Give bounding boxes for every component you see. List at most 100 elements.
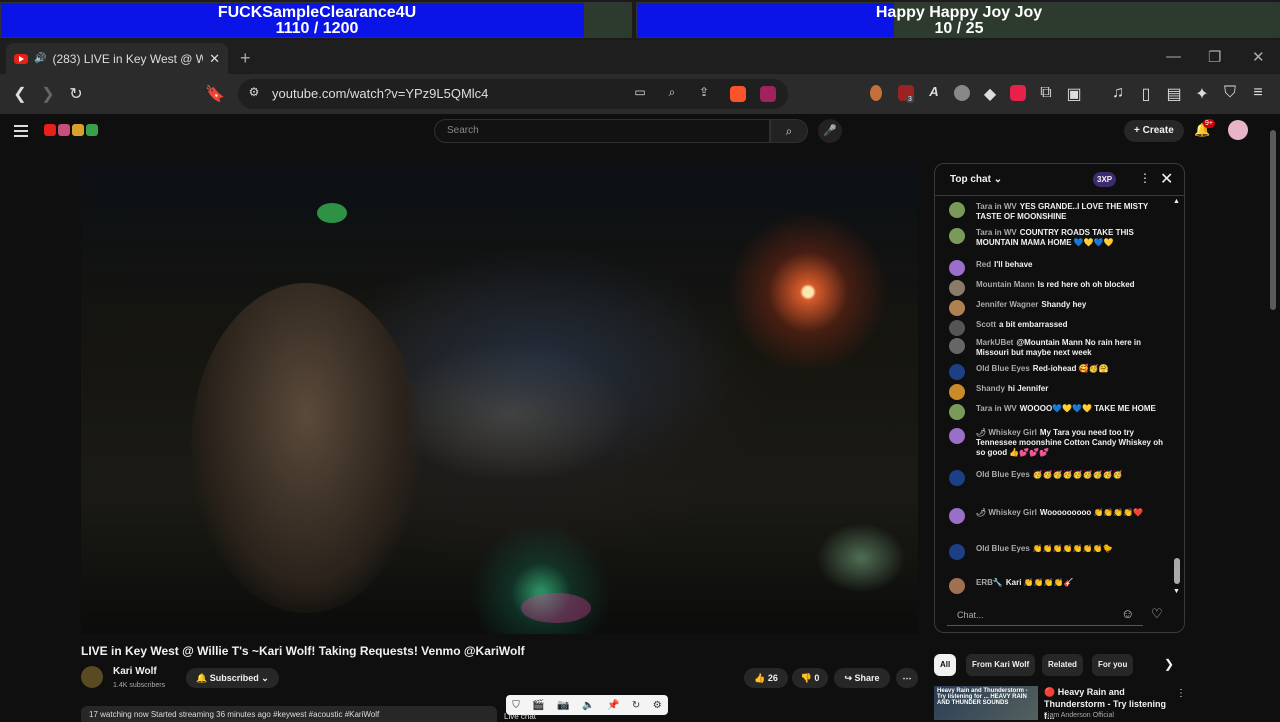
menu-icon[interactable]: ≡: [1248, 84, 1268, 102]
chat-author[interactable]: Jennifer Wagner: [976, 300, 1038, 309]
chat-message[interactable]: Jennifer Wagner Shandy hey: [949, 300, 1171, 316]
search-input[interactable]: Search: [434, 119, 770, 143]
extension-5-icon[interactable]: ◆: [980, 84, 1000, 104]
chat-author[interactable]: Tara in WV: [976, 228, 1017, 237]
close-window-icon[interactable]: ✕: [1252, 48, 1265, 66]
brave-rewards-icon[interactable]: [760, 86, 776, 102]
leo-icon[interactable]: ✦: [1192, 84, 1212, 104]
film-icon[interactable]: 🎬: [532, 700, 544, 711]
vpn-icon[interactable]: ⛉: [1220, 84, 1240, 102]
settings-icon[interactable]: ⚙: [653, 700, 662, 711]
top-chat-dropdown[interactable]: Top chat ⌄: [950, 174, 1002, 185]
chat-author[interactable]: Shandy: [976, 384, 1005, 393]
chat-author-avatar[interactable]: [949, 260, 965, 276]
chat-author[interactable]: 🌶 Whiskey Girl: [976, 428, 1037, 437]
speaker-icon[interactable]: 🔊: [34, 53, 46, 64]
close-chat-icon[interactable]: ✕: [1160, 169, 1173, 189]
chat-author[interactable]: Mountain Mann: [976, 280, 1035, 289]
shield-icon[interactable]: ⛉: [512, 700, 520, 711]
create-button[interactable]: + Create: [1124, 120, 1184, 142]
chat-author[interactable]: ERB🔧: [976, 578, 1003, 587]
sidebar-icon[interactable]: ▯: [1136, 84, 1156, 104]
dislike-button[interactable]: 👎 0: [792, 668, 828, 688]
adblock-icon[interactable]: [1010, 85, 1026, 101]
chat-message[interactable]: Old Blue Eyes 🥳🥳🥳🥳🥳🥳🥳🥳🥳: [949, 470, 1171, 486]
chevron-right-icon[interactable]: ❯: [1164, 657, 1174, 671]
subscribed-button[interactable]: 🔔 Subscribed ⌄: [186, 668, 279, 688]
extension-1-icon[interactable]: [870, 85, 882, 101]
brave-shield-icon[interactable]: [730, 86, 746, 102]
minimize-icon[interactable]: —: [1166, 48, 1181, 65]
chat-author-avatar[interactable]: [949, 364, 965, 380]
scroll-up-icon[interactable]: ▲: [1173, 198, 1180, 205]
scroll-down-icon[interactable]: ▼: [1173, 588, 1180, 595]
reload-icon[interactable]: ↻: [66, 84, 86, 104]
chat-author[interactable]: Scott: [976, 320, 996, 329]
zoom-icon[interactable]: ⌕: [662, 85, 682, 100]
chat-author-avatar[interactable]: [949, 320, 965, 336]
chat-message[interactable]: Shandy hi Jennifer: [949, 384, 1171, 400]
chat-message[interactable]: Tara in WV WOOOO💙💛💙💛 TAKE ME HOME: [949, 404, 1171, 420]
screenshot-icon[interactable]: ▣: [1064, 84, 1084, 104]
url-text[interactable]: youtube.com/watch?v=YPz9L5QMlc4: [272, 86, 488, 101]
chat-author[interactable]: Red: [976, 260, 991, 269]
restore-icon[interactable]: ❐: [1208, 48, 1221, 66]
share-button[interactable]: ↪ Share: [834, 668, 890, 688]
chat-message[interactable]: MarkUBet @Mountain Mann No rain here in M…: [949, 338, 1171, 358]
youtube-logo[interactable]: [44, 124, 98, 136]
chat-scrollbar[interactable]: ▲ ▼: [1173, 198, 1181, 598]
emoji-icon[interactable]: ☺: [1121, 606, 1134, 621]
chat-message[interactable]: 🌶 Whiskey Girl Wooooooooo 👏👏👏👏❤️: [949, 508, 1171, 524]
chat-author[interactable]: MarkUBet: [976, 338, 1013, 347]
points-badge[interactable]: 3XP: [1093, 172, 1117, 187]
chat-author[interactable]: Old Blue Eyes: [976, 470, 1030, 479]
extension-3-icon[interactable]: A: [924, 84, 944, 99]
chat-message[interactable]: Old Blue Eyes Red-iohead 🥰🥳🤗: [949, 364, 1171, 380]
heart-icon[interactable]: ♡: [1151, 606, 1163, 622]
channel-avatar[interactable]: [81, 666, 103, 688]
pin-icon[interactable]: 📌: [607, 700, 619, 711]
share-icon[interactable]: ⇪: [694, 85, 714, 99]
chat-message[interactable]: Mountain Mann Is red here oh oh blocked: [949, 280, 1171, 296]
chat-author-avatar[interactable]: [949, 228, 965, 244]
chat-message[interactable]: 🌶 Whiskey Girl My Tara you need too try T…: [949, 428, 1171, 458]
chat-author[interactable]: Old Blue Eyes: [976, 364, 1030, 373]
chat-author-avatar[interactable]: [949, 470, 965, 486]
voice-search-button[interactable]: 🎤: [818, 119, 842, 143]
back-icon[interactable]: ❮: [10, 84, 30, 104]
recommended-more-icon[interactable]: ⋮: [1176, 688, 1186, 699]
refresh-icon[interactable]: ↻: [632, 700, 640, 711]
chip-related[interactable]: Related: [1042, 654, 1083, 676]
chat-author-avatar[interactable]: [949, 578, 965, 594]
chat-author-avatar[interactable]: [949, 300, 965, 316]
chat-author-avatar[interactable]: [949, 544, 965, 560]
bookmark-icon[interactable]: 🔖: [205, 84, 225, 104]
chat-author[interactable]: Old Blue Eyes: [976, 544, 1030, 553]
wallet-icon[interactable]: ▤: [1164, 84, 1184, 104]
chat-author-avatar[interactable]: [949, 280, 965, 296]
chat-author[interactable]: 🌶 Whiskey Girl: [976, 508, 1037, 517]
chat-message[interactable]: Tara in WV YES GRANDE..I LOVE THE MISTY T…: [949, 202, 1171, 222]
forward-icon[interactable]: ❯: [38, 84, 58, 104]
chat-author-avatar[interactable]: [949, 384, 965, 400]
chat-message[interactable]: Red I'll behave: [949, 260, 1171, 276]
chip-from-channel[interactable]: From Kari Wolf: [966, 654, 1036, 676]
site-info-icon[interactable]: ⚙: [244, 85, 264, 99]
page-scrollbar[interactable]: [1270, 130, 1276, 310]
account-avatar[interactable]: [1228, 120, 1248, 140]
new-tab-button[interactable]: +: [240, 48, 251, 69]
chat-scroll-thumb[interactable]: [1174, 558, 1180, 584]
chat-message[interactable]: Old Blue Eyes 👏👏👏👏👏👏👏🐤: [949, 544, 1171, 560]
cast-icon[interactable]: ▭: [630, 85, 650, 99]
browser-tab[interactable]: 🔊 (283) LIVE in Key West @ Wil ✕: [6, 43, 228, 74]
chat-input[interactable]: Chat...: [947, 604, 1143, 626]
more-options-icon[interactable]: ⋮: [1139, 171, 1151, 185]
search-button[interactable]: ⌕: [770, 119, 808, 143]
chat-author-avatar[interactable]: [949, 428, 965, 444]
chat-message[interactable]: ERB🔧 Kari 👏👏👏👏🎸: [949, 578, 1171, 594]
chat-author-avatar[interactable]: [949, 404, 965, 420]
chat-author[interactable]: Tara in WV: [976, 202, 1017, 211]
chat-author[interactable]: Tara in WV: [976, 404, 1017, 413]
recommended-thumbnail[interactable]: Heavy Rain and Thunderstorm - Try listen…: [934, 686, 1038, 720]
like-button[interactable]: 👍 26: [744, 668, 788, 688]
